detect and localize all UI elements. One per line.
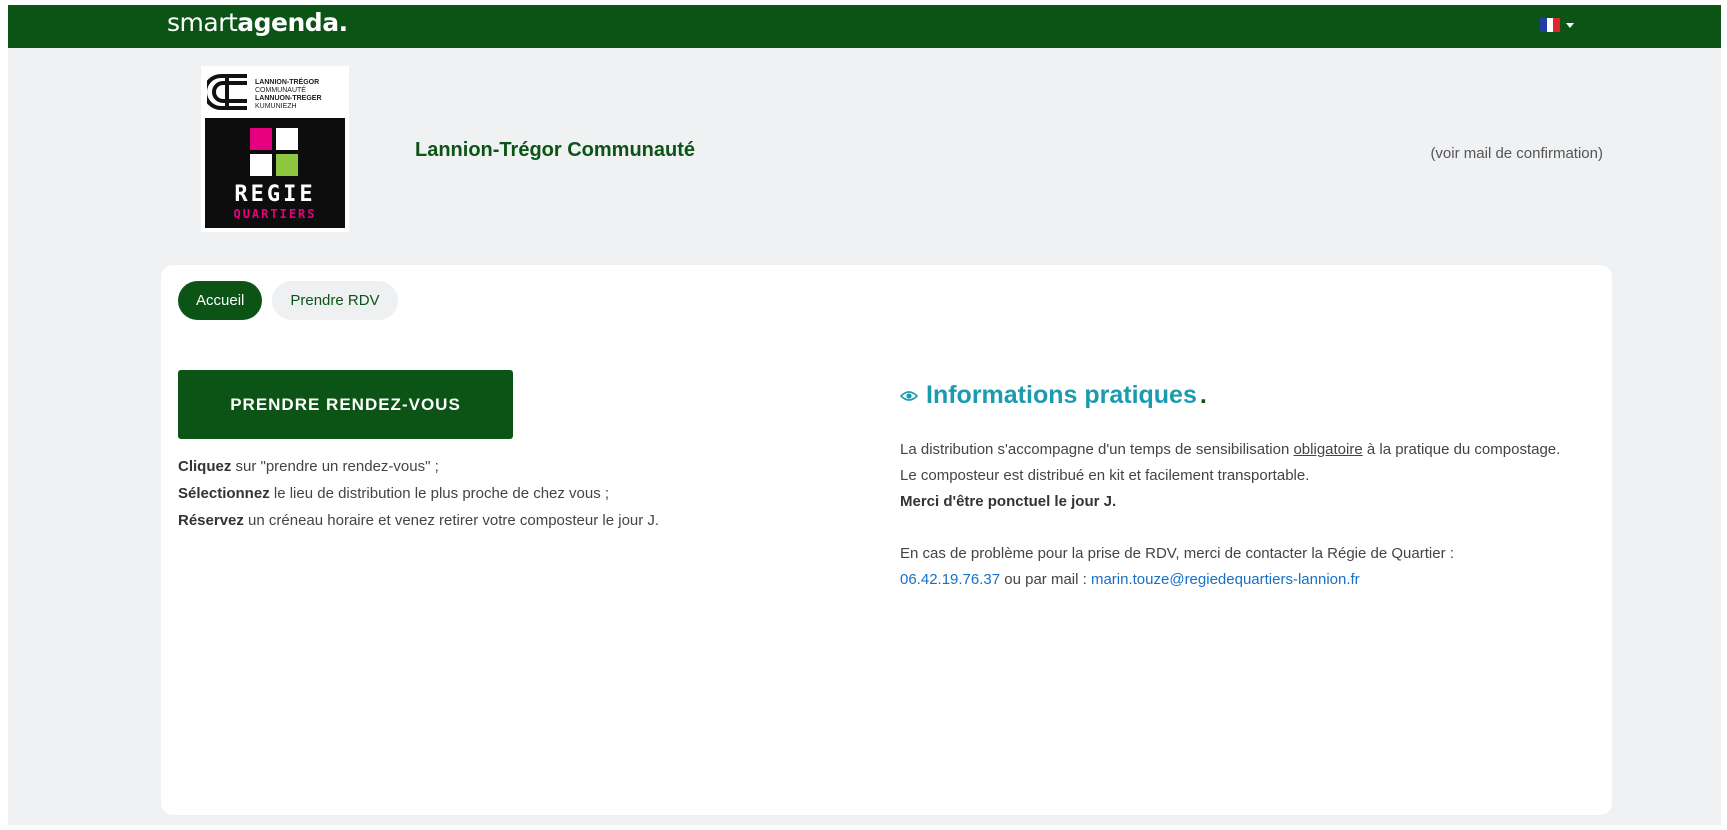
- info-body: La distribution s'accompagne d'un temps …: [900, 437, 1580, 593]
- step-keyword: Sélectionnez: [178, 485, 270, 502]
- info-paragraph-2: En cas de problème pour la prise de RDV,…: [900, 545, 1454, 562]
- info-paragraph-1: La distribution s'accompagne d'un temps …: [900, 437, 1580, 489]
- instruction-step: Cliquez sur "prendre un rendez-vous" ;: [178, 453, 659, 480]
- phone-link[interactable]: 06.42.19.76.37: [900, 571, 1000, 588]
- logo-line-2: COMMUNAUTÉ: [255, 87, 306, 94]
- logo-line-3: LANNUON-TREGER: [255, 95, 322, 102]
- tab-bar: Accueil Prendre RDV: [178, 281, 398, 320]
- info-title-dot: .: [1199, 381, 1207, 409]
- regie-logo: REGIE QUARTIERS: [205, 118, 345, 228]
- contact-line: 06.42.19.76.37 ou par mail : marin.touze…: [900, 567, 1580, 593]
- logo-line-1: LANNION-TRÉGOR: [255, 79, 320, 86]
- info-heading: Informations pratiques.: [900, 381, 1207, 410]
- france-flag-icon: [1540, 18, 1561, 32]
- step-text: le lieu de distribution le plus proche d…: [269, 485, 610, 502]
- page-frame: smartagenda. LANNION-TRÉGOR COMMUNAUTÉ L…: [8, 5, 1721, 825]
- caret-down-icon: [1566, 22, 1574, 28]
- ltc-emblem-icon: [207, 74, 247, 110]
- smartagenda-logo[interactable]: smartagenda.: [167, 6, 348, 40]
- step-text: un créneau horaire et venez retirer votr…: [243, 512, 660, 529]
- quartiers-text: QUARTIERS: [233, 207, 317, 221]
- brand-bold-text: agenda.: [237, 8, 348, 37]
- step-text: sur "prendre un rendez-vous" ;: [231, 458, 439, 475]
- step-keyword: Cliquez: [178, 458, 232, 475]
- ltc-logo: LANNION-TRÉGOR COMMUNAUTÉ LANNUON-TREGER…: [205, 68, 345, 118]
- house-tiles-icon: [250, 128, 300, 178]
- info-underlined-word: obligatoire: [1293, 441, 1363, 458]
- ltc-logo-text: LANNION-TRÉGOR COMMUNAUTÉ LANNUON-TREGER…: [255, 79, 322, 111]
- confirmation-note: (voir mail de confirmation): [1430, 145, 1603, 162]
- main-card: Accueil Prendre RDV PRENDRE RENDEZ-VOUS …: [161, 265, 1612, 815]
- brand-light-text: smart: [167, 8, 238, 37]
- tab-prendre-rdv[interactable]: Prendre RDV: [272, 281, 398, 320]
- email-link[interactable]: marin.touze@regiedequartiers-lannion.fr: [1091, 571, 1360, 588]
- instruction-step: Réservez un créneau horaire et venez ret…: [178, 507, 659, 534]
- language-selector[interactable]: [1540, 14, 1580, 36]
- info-text-segment: La distribution s'accompagne d'un temps …: [900, 441, 1294, 458]
- info-emphasis: Merci d'être ponctuel le jour J.: [900, 493, 1117, 510]
- eye-icon: [900, 390, 918, 401]
- regie-text: REGIE: [234, 182, 316, 207]
- top-navbar: smartagenda.: [8, 5, 1721, 48]
- mail-prefix: ou par mail :: [1000, 571, 1091, 588]
- prendre-rendez-vous-button[interactable]: PRENDRE RENDEZ-VOUS: [178, 370, 513, 439]
- step-keyword: Réservez: [178, 512, 244, 529]
- logo-line-4: KUMUNIEZH: [255, 103, 297, 110]
- organization-name: Lannion-Trégor Communauté: [415, 139, 695, 161]
- info-title-text: Informations pratiques: [926, 381, 1197, 409]
- tab-accueil[interactable]: Accueil: [178, 281, 263, 320]
- instructions-list: Cliquez sur "prendre un rendez-vous" ; S…: [178, 453, 659, 534]
- instruction-step: Sélectionnez le lieu de distribution le …: [178, 480, 659, 507]
- organization-logo: LANNION-TRÉGOR COMMUNAUTÉ LANNUON-TREGER…: [201, 66, 349, 232]
